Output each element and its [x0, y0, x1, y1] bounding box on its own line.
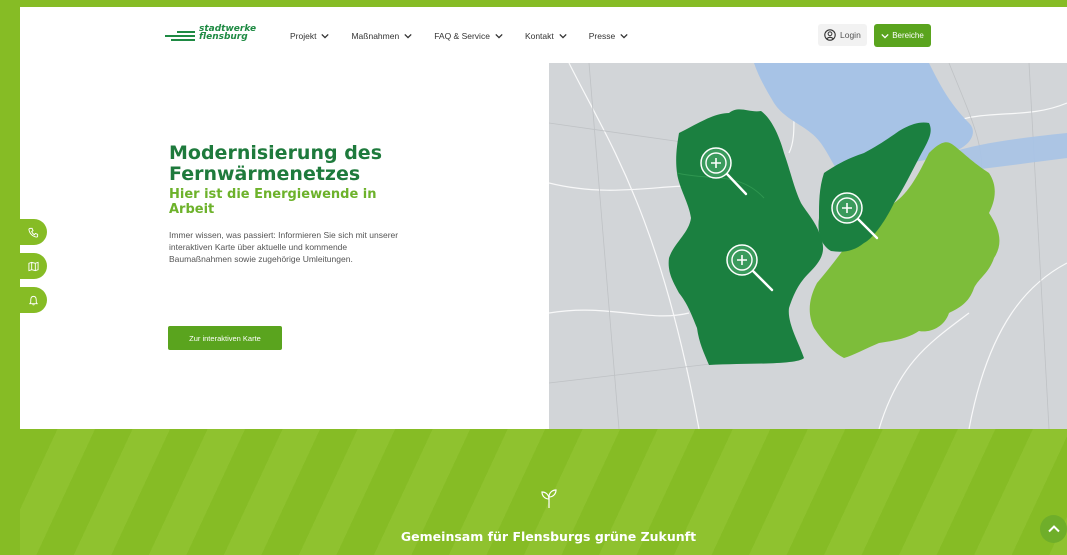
nav-item-faq-service[interactable]: FAQ & Service [434, 31, 503, 41]
side-tab-phone[interactable] [20, 219, 47, 245]
top-frame-bar [0, 0, 1067, 7]
nav-item-label: Kontakt [524, 31, 554, 41]
green-banner: Gemeinsam für Flensburgs grüne Zukunft [20, 429, 1067, 555]
nav-item-label: Projekt [290, 31, 317, 41]
chevron-down-icon [881, 33, 889, 39]
chevron-up-icon [1047, 525, 1060, 533]
logo-stripe [177, 31, 195, 33]
sprout-icon [541, 489, 557, 508]
chevron-down-icon [620, 33, 628, 39]
bereiche-label: Bereiche [892, 31, 924, 40]
chevron-down-icon [495, 33, 503, 39]
side-tab-map[interactable] [20, 253, 47, 279]
interactive-map[interactable] [549, 63, 1067, 429]
chevron-down-icon [321, 33, 330, 39]
logo-stripe [171, 39, 195, 41]
scroll-to-top-button[interactable] [1040, 515, 1067, 543]
login-button[interactable]: Login [818, 24, 867, 46]
chevron-down-icon [559, 33, 567, 39]
nav-item-label: Presse [588, 31, 616, 41]
chevron-down-icon [404, 33, 412, 39]
main-nav: Projekt Maßnahmen FAQ & Service Kontakt … [290, 31, 650, 41]
user-icon [824, 29, 836, 41]
nav-item-kontakt[interactable]: Kontakt [525, 31, 567, 41]
logo-stripe [165, 35, 195, 37]
map-icon [28, 261, 39, 271]
nav-item-label: FAQ & Service [434, 31, 490, 41]
hero-subtitle: Hier ist die Energiewende in Arbeit [169, 187, 377, 217]
nav-item-massnahmen[interactable]: Maßnahmen [351, 31, 412, 41]
nav-item-projekt[interactable]: Projekt [290, 31, 330, 41]
login-label: Login [840, 30, 861, 40]
banner-title: Gemeinsam für Flensburgs grüne Zukunft [400, 529, 697, 544]
phone-icon [28, 227, 39, 238]
bereiche-button[interactable]: Bereiche [874, 24, 931, 47]
stadtwerke-logo[interactable]: stadtwerke flensburg [165, 24, 257, 46]
site-header: stadtwerke flensburg Projekt Maßnahmen F… [20, 7, 1067, 63]
logo-text: stadtwerke flensburg [199, 24, 257, 42]
side-tab-bell[interactable] [20, 287, 47, 313]
nav-item-label: Maßnahmen [351, 31, 400, 41]
bell-icon [28, 295, 39, 305]
hero-title: Modernisierung des Fernwärmenetzes [169, 142, 382, 185]
hero-description: Immer wissen, was passiert: Informieren … [169, 230, 399, 264]
map-graphic [549, 63, 1067, 429]
interactive-map-button[interactable]: Zur interaktiven Karte [168, 326, 282, 350]
left-frame-bar [0, 0, 20, 555]
nav-item-presse[interactable]: Presse [589, 31, 628, 41]
